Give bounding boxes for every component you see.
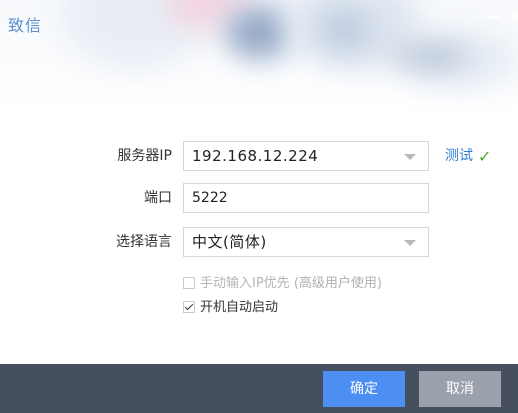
banner-decoration [320,10,370,50]
test-connection-link[interactable]: 测试 [445,141,473,171]
banner-decoration [390,44,470,68]
language-label: 选择语言 [116,234,172,250]
manual-ip-priority-label: 手动输入IP优先 [200,276,290,291]
minimize-button[interactable] [482,4,504,30]
chevron-down-icon[interactable] [404,240,416,246]
header-banner [0,0,518,112]
check-icon: ✓ [478,147,492,166]
ok-button[interactable]: 确定 [323,371,405,407]
manual-ip-priority-hint: (高级用户使用) [293,276,382,291]
close-icon: × [507,6,518,27]
language-value: 中文(简体) [192,233,267,251]
auto-start-option[interactable]: 开机自动启动 [183,298,278,318]
banner-decoration [230,14,285,52]
manual-ip-priority-option[interactable]: 手动输入IP优先 (高级用户使用) [183,274,382,294]
manual-ip-priority-checkbox[interactable] [183,276,195,289]
server-ip-label: 服务器IP [117,148,172,164]
auto-start-label: 开机自动启动 [200,300,279,315]
app-title: 致信 [8,16,43,35]
server-ip-value: 192.168.12.224 [192,147,319,165]
settings-window: 致信 × 服务器IP 192.168.12.224 测试 ✓ 端口 选择语言 中… [0,0,518,413]
language-select[interactable]: 中文(简体) [183,227,429,257]
chevron-down-icon[interactable] [404,154,416,160]
port-label: 端口 [144,190,172,206]
port-input[interactable] [184,184,428,212]
cancel-button[interactable]: 取消 [419,371,501,407]
server-ip-combobox[interactable]: 192.168.12.224 [183,141,429,171]
minimize-icon [487,16,499,18]
port-field[interactable] [183,183,429,213]
auto-start-checkbox[interactable] [183,300,195,313]
close-button[interactable]: × [504,4,518,30]
